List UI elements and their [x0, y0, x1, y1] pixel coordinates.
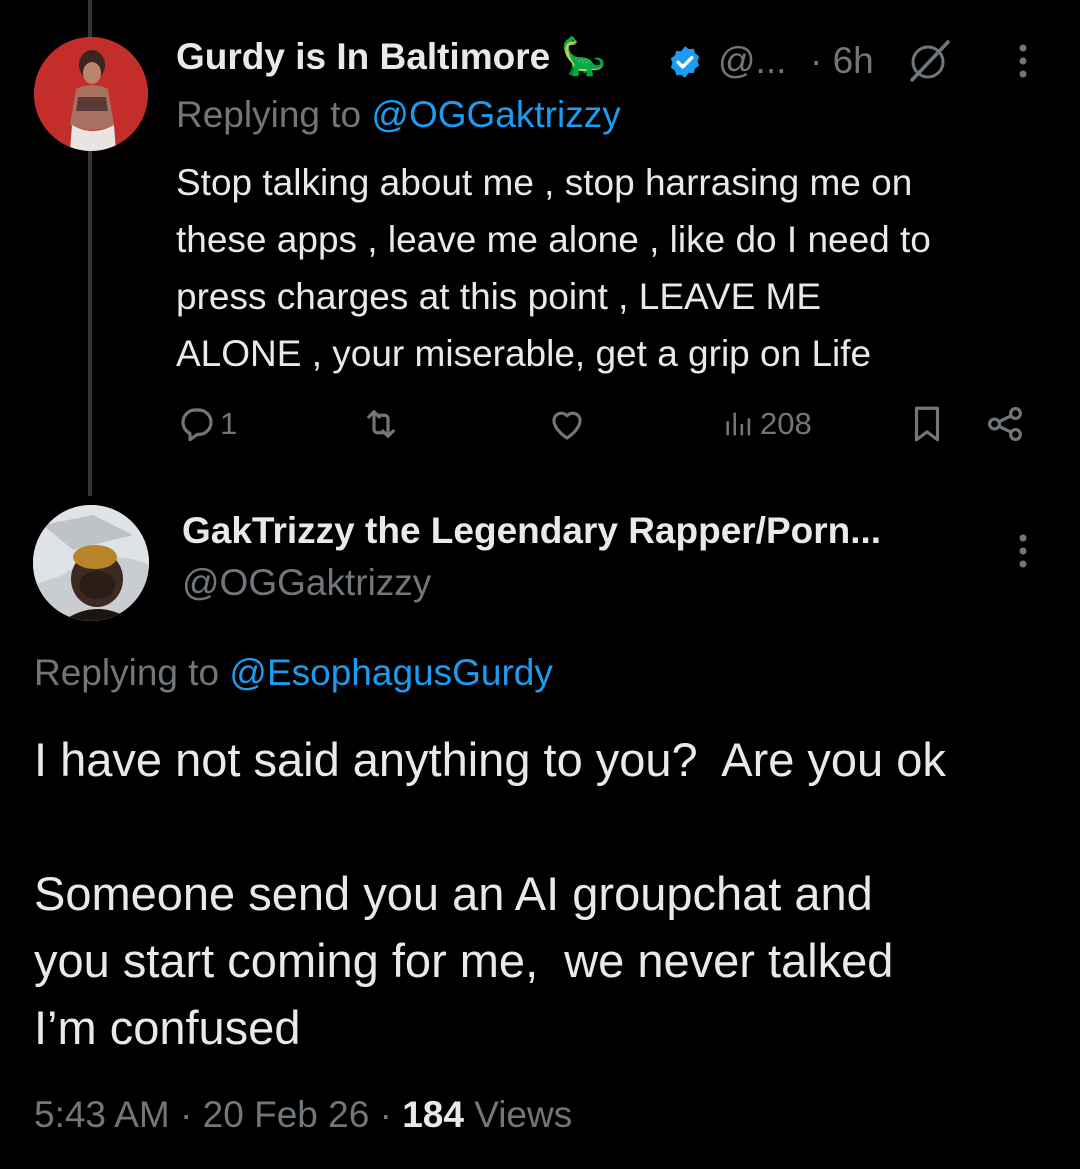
- tweet-text: Stop talking about me , stop harrasing m…: [176, 162, 931, 374]
- more-icon[interactable]: [1014, 532, 1032, 572]
- avatar[interactable]: [33, 505, 149, 621]
- reply-count: 1: [220, 406, 238, 441]
- replying-handle-link[interactable]: @EsophagusGurdy: [229, 652, 552, 693]
- tweet-time[interactable]: · 6h: [810, 40, 874, 82]
- author-handle[interactable]: @...: [718, 40, 786, 82]
- author-handle[interactable]: @OGGaktrizzy: [182, 562, 431, 604]
- like-icon: [552, 411, 582, 440]
- views-count: 208: [760, 406, 812, 441]
- reply-icon: [181, 408, 213, 442]
- tweet-footer: 5:43 AM · 20 Feb 26 · 184 Views: [34, 1094, 573, 1135]
- retweet-button[interactable]: [360, 400, 402, 448]
- tweet-date[interactable]: 20 Feb 26: [203, 1094, 370, 1135]
- tweet-text: I have not said anything to you? Are you…: [34, 733, 946, 1054]
- bookmark-icon: [914, 406, 940, 442]
- views-icon: [726, 412, 751, 436]
- dinosaur-emoji: 🦕: [560, 36, 607, 77]
- reply-button[interactable]: 1: [176, 400, 237, 448]
- views-count: 184: [402, 1094, 464, 1135]
- replying-to: Replying to @OGGaktrizzy: [176, 94, 621, 135]
- tweet-time[interactable]: 5:43 AM: [34, 1094, 170, 1135]
- author-name[interactable]: GakTrizzy the Legendary Rapper/Porn...: [182, 510, 881, 552]
- replying-handle-link[interactable]: @OGGaktrizzy: [371, 94, 620, 135]
- bookmark-button[interactable]: [906, 400, 948, 448]
- author-name[interactable]: Gurdy is In Baltimore 🦕: [176, 36, 607, 79]
- avatar[interactable]: [34, 37, 148, 151]
- grok-icon[interactable]: [904, 36, 954, 86]
- verified-badge-icon: [667, 44, 703, 80]
- share-icon: [988, 407, 1022, 441]
- views-button[interactable]: 208: [722, 400, 812, 448]
- like-button[interactable]: [546, 400, 588, 448]
- more-icon[interactable]: [1014, 42, 1032, 82]
- retweet-icon: [367, 410, 395, 438]
- share-button[interactable]: [984, 400, 1026, 448]
- replying-to: Replying to @EsophagusGurdy: [34, 652, 553, 693]
- views-label: Views: [474, 1094, 573, 1135]
